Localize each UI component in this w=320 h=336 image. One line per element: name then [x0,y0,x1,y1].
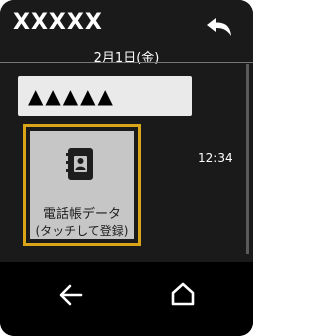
reply-back-icon[interactable] [205,16,233,38]
phone-screen: XXXXX 2月1日(金) ▲▲▲▲▲ 電話帳データ (タッチして登録) 12:… [0,0,253,336]
message-bubble: ▲▲▲▲▲ [18,76,192,116]
back-arrow-icon[interactable] [58,282,84,308]
date-separator: 2月1日(金) [93,51,160,66]
attachment-hint: (タッチして登録) [35,224,129,238]
scrollbar[interactable] [246,64,249,254]
message-text: ▲▲▲▲▲ [28,84,115,108]
app-header: XXXXX [0,0,253,50]
attachment-title: 電話帳データ [42,207,121,222]
phonebook-attachment-card[interactable]: 電話帳データ (タッチして登録) [23,124,141,246]
message-time: 12:34 [198,151,233,165]
home-icon[interactable] [170,281,196,307]
navigation-bar [0,262,253,336]
page-title: XXXXX [13,10,103,35]
attachment-card-body: 電話帳データ (タッチして登録) [30,131,134,239]
contact-card-icon [66,148,93,180]
divider [0,62,253,63]
